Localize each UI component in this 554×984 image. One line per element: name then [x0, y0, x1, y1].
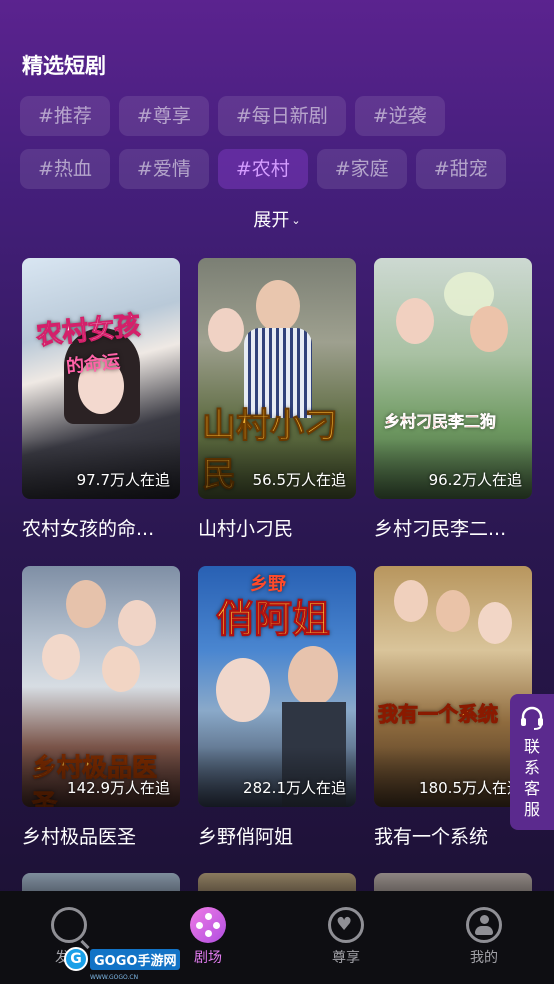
tag-comeback[interactable]: #逆袭 [354, 96, 445, 136]
chevron-down-icon: ⌄ [291, 214, 301, 227]
expand-button[interactable]: 展开 ⌄ [0, 206, 554, 232]
drama-card[interactable]: 乡村刁民李二狗 96.2万人在追 乡村刁民李二... [374, 258, 532, 541]
drama-card[interactable]: 我有一个系统 180.5万人在追 我有一个系统 [374, 566, 532, 849]
drama-title[interactable]: 乡野俏阿姐 [198, 822, 356, 849]
tab-mine[interactable]: 我的 [444, 907, 524, 967]
drama-title[interactable]: 我有一个系统 [374, 822, 532, 849]
tag-premium[interactable]: #尊享 [118, 96, 209, 136]
watermark-logo: G GOGO手游网 [64, 946, 181, 972]
tag-recommend[interactable]: #推荐 [20, 96, 110, 136]
drama-card[interactable]: 乡村极品医圣 142.9万人在追 乡村极品医圣 [22, 566, 180, 849]
search-icon [51, 907, 90, 950]
followers-count: 180.5万人在追 [419, 779, 522, 797]
drama-poster[interactable]: 山村小刁民 56.5万人在追 [198, 258, 356, 499]
poster-title: 乡村刁民李二狗 [384, 412, 497, 432]
film-reel-icon [190, 907, 226, 943]
watermark-text: GOGO手游网 [90, 948, 181, 970]
drama-poster-partial[interactable] [22, 873, 180, 891]
drama-title[interactable]: 乡村刁民李二... [374, 514, 532, 541]
poster-title: 我有一个系统 [378, 702, 499, 727]
drama-poster[interactable]: 农村女孩 的命运 97.7万人在追 [22, 258, 180, 499]
watermark-icon: G [64, 947, 88, 971]
tab-premium[interactable]: ♥ 尊享 [306, 907, 386, 967]
drama-card[interactable]: 俏阿姐 乡野 282.1万人在追 乡野俏阿姐 [198, 566, 356, 849]
drama-card[interactable]: 山村小刁民 56.5万人在追 山村小刁民 [198, 258, 356, 541]
drama-poster[interactable]: 乡村刁民李二狗 96.2万人在追 [374, 258, 532, 499]
drama-title[interactable]: 山村小刁民 [198, 514, 356, 541]
followers-count: 97.7万人在追 [76, 471, 170, 489]
followers-count: 142.9万人在追 [67, 779, 170, 797]
drama-poster[interactable]: 俏阿姐 乡野 282.1万人在追 [198, 566, 356, 807]
expand-label: 展开 [253, 210, 290, 231]
tag-row-1: #推荐 #尊享 #每日新剧 #逆袭 [20, 96, 540, 136]
customer-service-label: 联系客服 [523, 737, 540, 819]
drama-poster[interactable]: 我有一个系统 180.5万人在追 [374, 566, 532, 807]
tag-romance[interactable]: #爱情 [118, 149, 209, 189]
tag-sweet[interactable]: #甜宠 [415, 149, 506, 189]
followers-count: 96.2万人在追 [428, 471, 522, 489]
section-title: 精选短剧 [22, 54, 106, 78]
drama-title[interactable]: 农村女孩的命... [22, 514, 180, 541]
drama-card[interactable]: 农村女孩 的命运 97.7万人在追 农村女孩的命... [22, 258, 180, 541]
heart-icon: ♥ [328, 907, 364, 943]
tag-filter: #推荐 #尊享 #每日新剧 #逆袭 #热血 #爱情 #农村 #家庭 #甜宠 [20, 96, 540, 202]
headset-icon [521, 706, 543, 730]
customer-service-tab[interactable]: 联系客服 [510, 694, 554, 830]
drama-poster-partial[interactable] [198, 873, 356, 891]
tab-label: 我的 [470, 950, 498, 966]
tag-family[interactable]: #家庭 [316, 149, 407, 189]
tag-countryside[interactable]: #农村 [217, 149, 308, 189]
tab-label: 尊享 [332, 950, 360, 966]
tag-passion[interactable]: #热血 [20, 149, 110, 189]
user-icon [466, 907, 502, 943]
drama-poster[interactable]: 乡村极品医圣 142.9万人在追 [22, 566, 180, 807]
followers-count: 282.1万人在追 [243, 779, 346, 797]
watermark-url: WWW.GOGO.CN [90, 974, 139, 981]
drama-poster-partial[interactable] [374, 873, 532, 891]
drama-title[interactable]: 乡村极品医圣 [22, 822, 180, 849]
poster-subtitle: 乡野 [250, 574, 286, 595]
followers-count: 56.5万人在追 [252, 471, 346, 489]
tag-daily-new[interactable]: #每日新剧 [217, 96, 346, 136]
poster-title: 俏阿姐 [215, 597, 331, 642]
tag-row-2: #热血 #爱情 #农村 #家庭 #甜宠 [20, 149, 540, 189]
